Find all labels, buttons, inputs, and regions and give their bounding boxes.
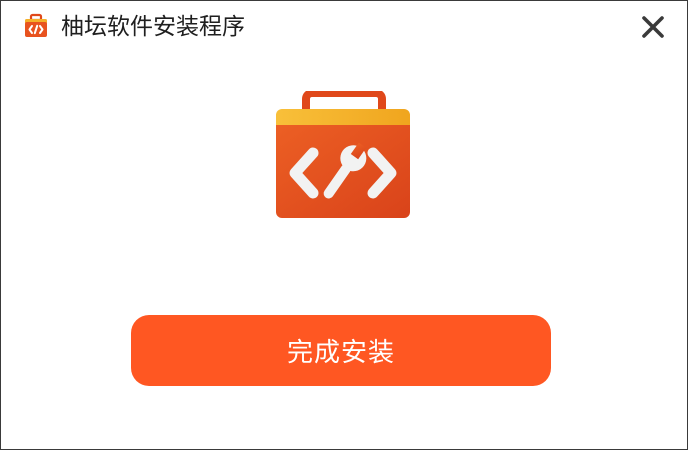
toolbox-code-icon <box>23 13 49 39</box>
window-title: 柚坛软件安装程序 <box>61 14 245 40</box>
installer-window: 柚坛软件安装程序 完成安装 <box>0 0 688 450</box>
title-bar[interactable]: 柚坛软件安装程序 <box>1 1 687 53</box>
close-icon[interactable] <box>639 13 667 41</box>
toolbox-wrench-code-icon <box>273 89 413 221</box>
finish-install-button[interactable]: 完成安装 <box>131 315 551 386</box>
main-content: 完成安装 <box>1 53 687 449</box>
